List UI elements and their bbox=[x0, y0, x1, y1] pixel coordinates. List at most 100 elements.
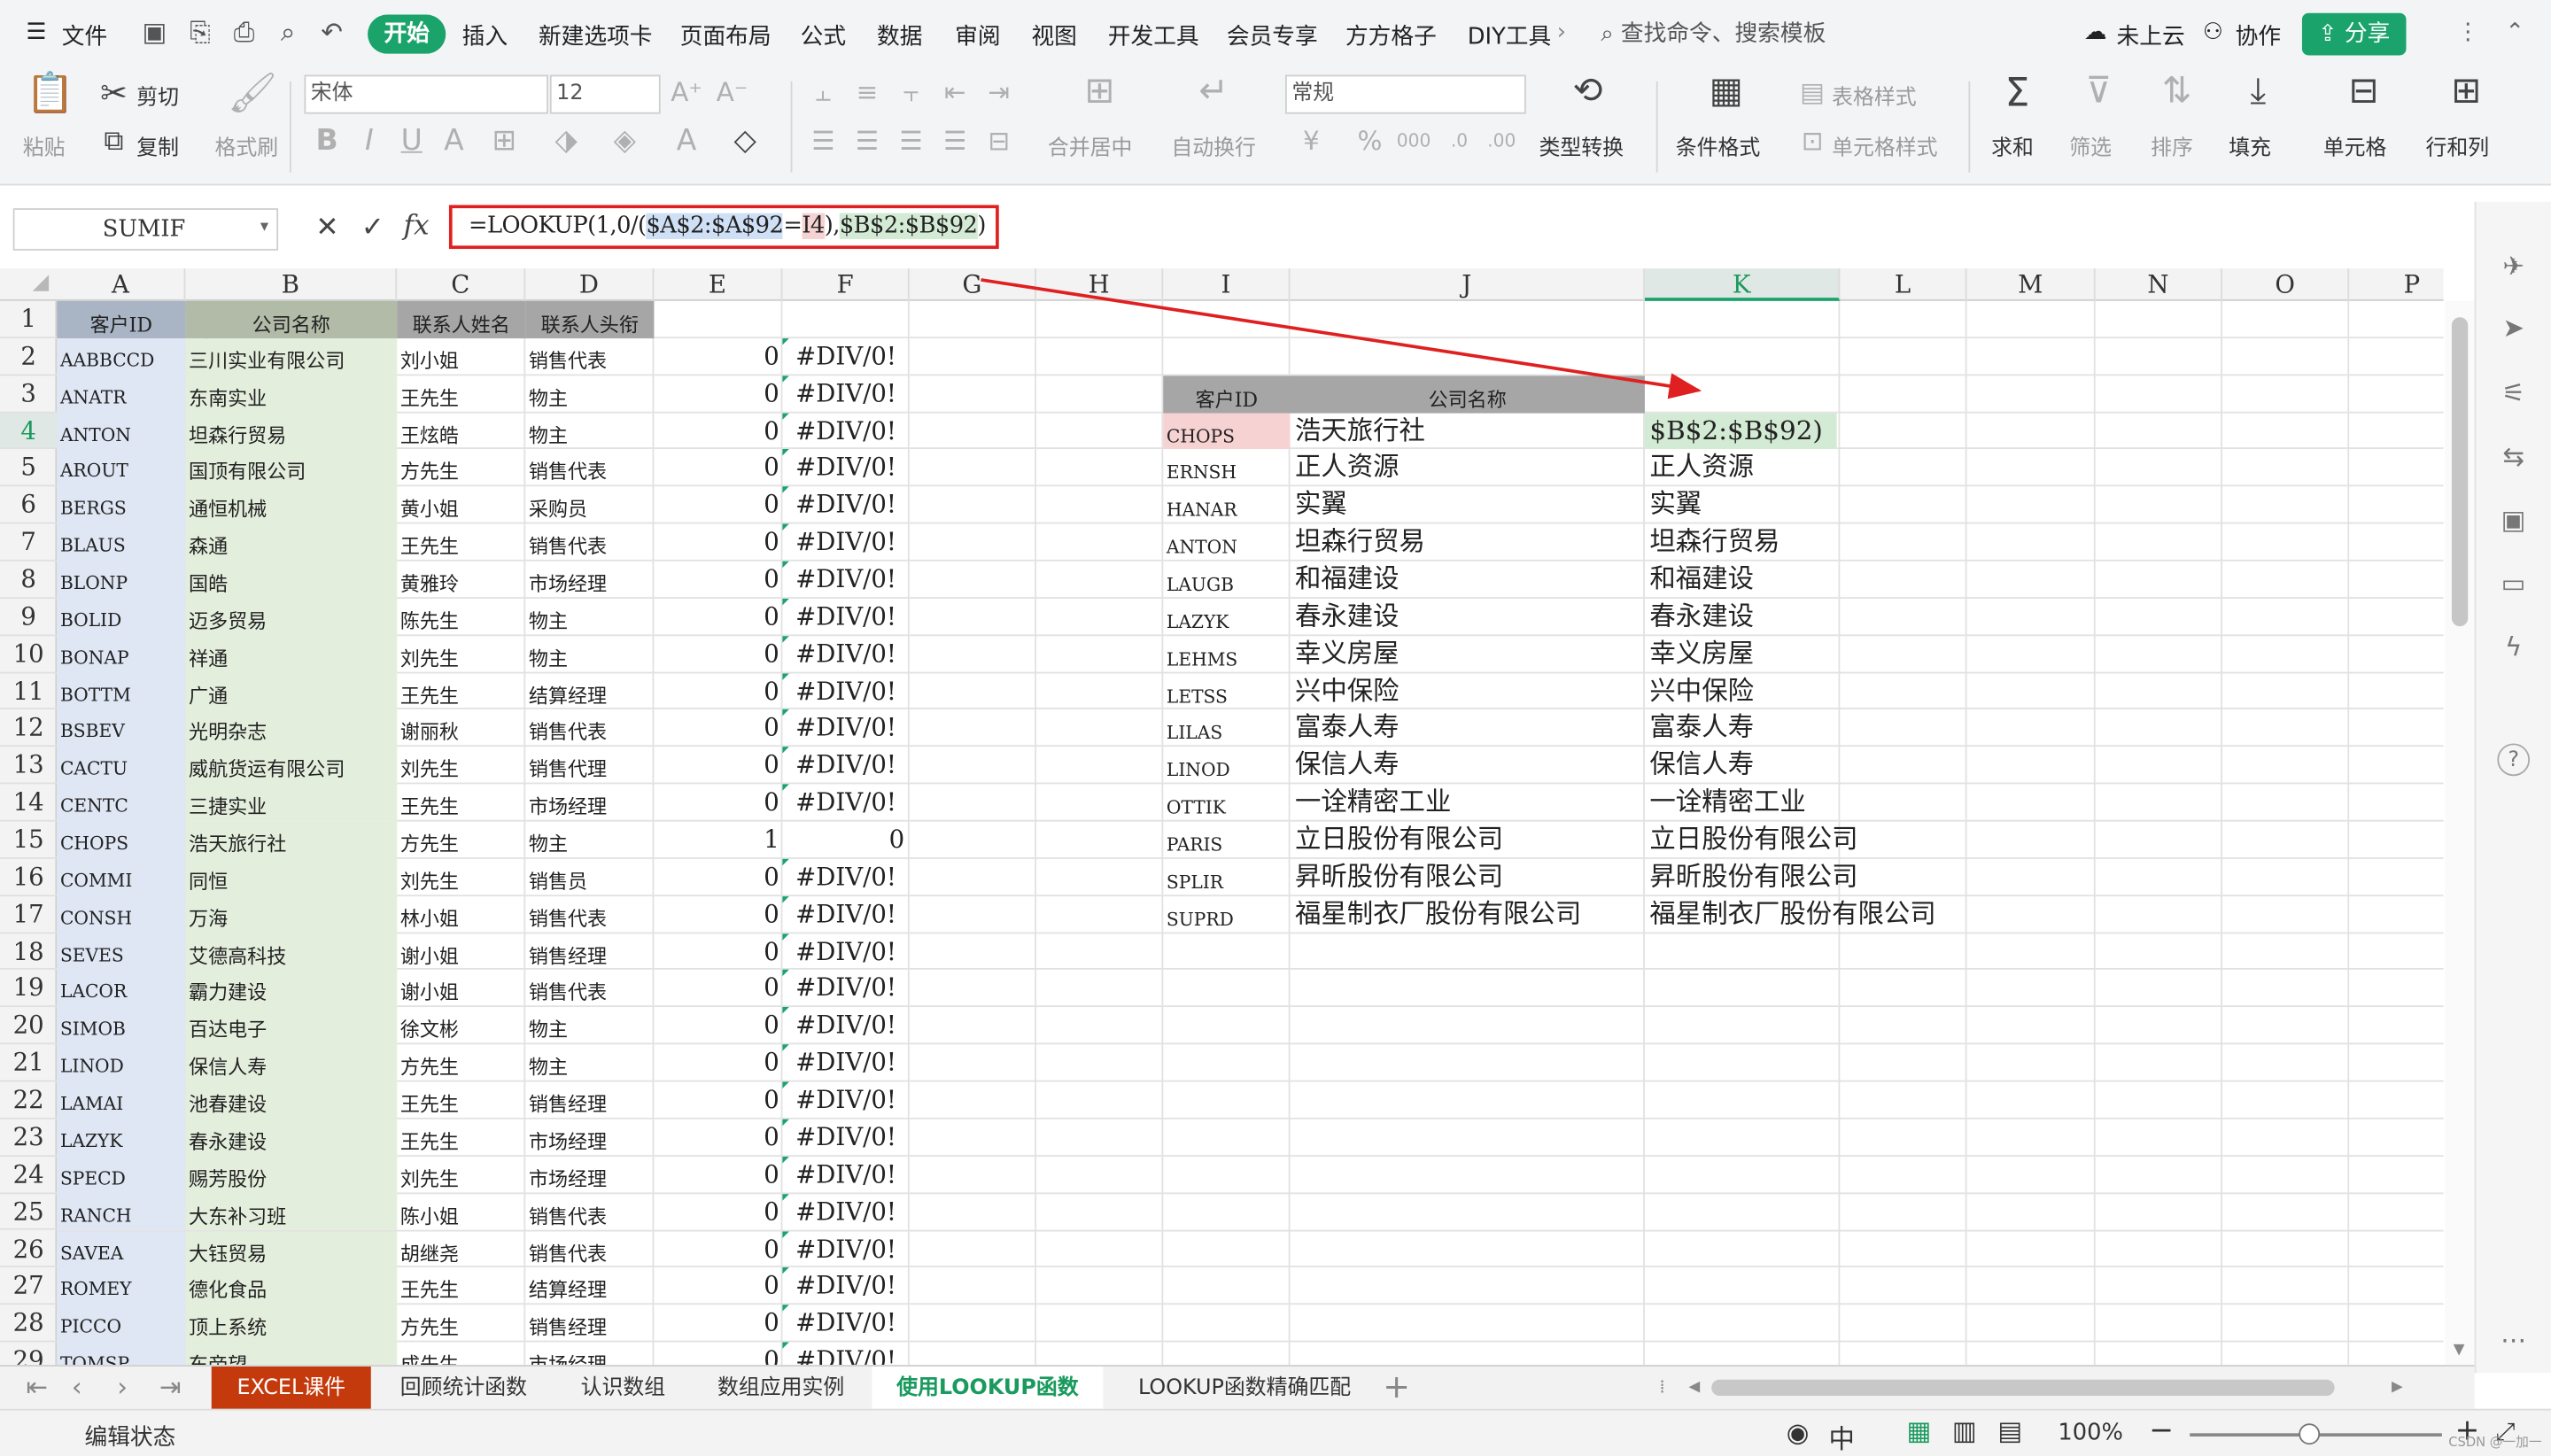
ribbon-tab-6[interactable]: 审阅 bbox=[955, 19, 1000, 52]
ribbon-tab-4[interactable]: 公式 bbox=[801, 19, 846, 52]
wrap-text-icon[interactable]: ↵ bbox=[1194, 74, 1233, 110]
sheet-tab-3[interactable]: 数组应用实例 bbox=[693, 1367, 868, 1411]
sheet-tab-5[interactable]: LOOKUP函数精确匹配 bbox=[1106, 1367, 1383, 1411]
paste-button[interactable]: 粘贴 bbox=[23, 130, 66, 161]
split-handle-icon[interactable]: ⁞ bbox=[1659, 1376, 1664, 1398]
currency-icon[interactable]: ¥ bbox=[1295, 124, 1328, 159]
justify-icon[interactable]: ☰ bbox=[939, 124, 972, 159]
italic-icon[interactable]: I bbox=[354, 124, 384, 159]
sheet-tab-1[interactable]: 回顾统计函数 bbox=[374, 1367, 553, 1411]
strikethrough-icon[interactable]: A bbox=[439, 124, 469, 159]
ribbon-tab-2[interactable]: 新建选项卡 bbox=[539, 19, 653, 52]
file-menu[interactable]: 文件 bbox=[62, 19, 107, 52]
filter-icon[interactable]: ⊽ bbox=[2079, 74, 2118, 110]
page-break-view-icon[interactable]: ▤ bbox=[1997, 1415, 2022, 1446]
align-right-icon[interactable]: ☰ bbox=[895, 124, 927, 159]
collab-button[interactable]: 协作 bbox=[2236, 19, 2281, 52]
wrap-text-button[interactable]: 自动换行 bbox=[1171, 130, 1256, 161]
sort-button[interactable]: 排序 bbox=[2151, 130, 2193, 161]
fill-color-icon[interactable]: ◈ bbox=[609, 124, 641, 159]
export-icon[interactable]: ⎘ bbox=[185, 17, 214, 47]
align-bottom-icon[interactable]: ⫟ bbox=[895, 74, 927, 110]
table-style-button[interactable]: 表格样式 bbox=[1832, 80, 1917, 111]
scroll-down-icon[interactable]: ▼ bbox=[2454, 1342, 2465, 1358]
menu-hamburger-icon[interactable]: ☰ bbox=[26, 19, 46, 45]
fill-button[interactable]: 填充 bbox=[2229, 130, 2271, 161]
pin-icon[interactable]: ✈ bbox=[2497, 251, 2530, 283]
insert-function-icon[interactable]: fx bbox=[404, 210, 430, 243]
next-sheet-icon[interactable]: › bbox=[117, 1372, 128, 1403]
more-dots-icon[interactable]: ⋯ bbox=[2497, 1324, 2530, 1357]
name-box-chevron-icon[interactable]: ▾ bbox=[260, 218, 268, 236]
input-method-icon[interactable]: 中 bbox=[1828, 1417, 1854, 1456]
more-tabs-chevron-icon[interactable]: › bbox=[1557, 19, 1566, 45]
font-shrink-icon[interactable]: A⁻ bbox=[716, 74, 748, 110]
merge-center-button[interactable]: 合并居中 bbox=[1048, 130, 1133, 161]
share-button[interactable]: ⇪ 分享 bbox=[2301, 12, 2407, 56]
image-icon[interactable]: ▣ bbox=[2497, 504, 2530, 537]
spreadsheet-grid[interactable]: ABCDEFGHIJKLMNOP 1 2 3 4 5 6 7 8 9 10 11 12 13 14 15 16… bbox=[0, 268, 2444, 1366]
eye-protection-icon[interactable]: ◉ bbox=[1787, 1417, 1810, 1448]
ribbon-tab-11[interactable]: DIY工具 bbox=[1468, 19, 1552, 52]
confirm-formula-icon[interactable]: ✓ bbox=[361, 212, 384, 244]
merge-icon[interactable]: ⊞ bbox=[1081, 74, 1120, 110]
clear-format-icon[interactable]: ◇ bbox=[729, 124, 762, 159]
cloud-status[interactable]: 未上云 bbox=[2117, 19, 2185, 52]
cut-button[interactable]: 剪切 bbox=[136, 80, 179, 111]
ribbon-tab-1[interactable]: 插入 bbox=[462, 19, 508, 52]
print-icon[interactable]: ⎙ bbox=[229, 17, 259, 47]
zoom-slider-thumb[interactable] bbox=[2299, 1423, 2321, 1445]
sheet-tab-0[interactable]: EXCEL课件 bbox=[211, 1366, 371, 1411]
sum-icon[interactable]: Σ bbox=[1997, 74, 2036, 112]
more-options-icon[interactable]: ⋮ bbox=[2456, 19, 2479, 45]
indent-decrease-icon[interactable]: ⇤ bbox=[939, 74, 972, 110]
save-icon[interactable]: ▣ bbox=[140, 17, 169, 47]
number-format-select[interactable]: 常规 bbox=[1284, 74, 1526, 114]
prev-sheet-icon[interactable]: ‹ bbox=[72, 1372, 82, 1403]
table-style-icon[interactable]: ▤ bbox=[1796, 74, 1829, 110]
type-convert-button[interactable]: 类型转换 bbox=[1539, 130, 1624, 161]
fill-icon[interactable]: ⤓ bbox=[2238, 74, 2277, 110]
print-preview-icon[interactable]: ⌕ bbox=[274, 17, 303, 47]
collab-icon[interactable]: ⚇ bbox=[2203, 19, 2223, 45]
format-painter-button[interactable]: 格式刷 bbox=[214, 130, 278, 161]
zoom-level[interactable]: 100% bbox=[2058, 1421, 2123, 1446]
name-box[interactable]: SUMIF bbox=[12, 208, 279, 251]
thousands-icon[interactable]: 000 bbox=[1396, 124, 1431, 159]
ribbon-tab-8[interactable]: 开发工具 bbox=[1108, 19, 1199, 52]
align-top-icon[interactable]: ⫠ bbox=[807, 74, 840, 110]
cell-style-button[interactable]: 单元格样式 bbox=[1832, 130, 1937, 161]
page-layout-view-icon[interactable]: ▥ bbox=[1952, 1415, 1977, 1446]
ribbon-tab-7[interactable]: 视图 bbox=[1031, 19, 1076, 52]
conditional-format-icon[interactable]: ▦ bbox=[1705, 74, 1748, 110]
distribute-icon[interactable]: ⊟ bbox=[982, 124, 1015, 159]
zoom-out-icon[interactable]: − bbox=[2149, 1413, 2174, 1448]
underline-icon[interactable]: U bbox=[397, 124, 426, 159]
select-pointer-icon[interactable]: ➤ bbox=[2497, 313, 2530, 345]
transform-icon[interactable]: ⇆ bbox=[2497, 441, 2530, 474]
ribbon-tab-0[interactable]: 开始 bbox=[368, 14, 446, 54]
decrease-decimal-icon[interactable]: .00 bbox=[1484, 124, 1519, 159]
formula-input[interactable]: =LOOKUP(1,0/($A$2:$A$92=I4),$B$2:$B$92) bbox=[448, 205, 999, 250]
percent-icon[interactable]: % bbox=[1353, 124, 1386, 159]
filter-button[interactable]: 筛选 bbox=[2069, 130, 2112, 161]
sum-button[interactable]: 求和 bbox=[1991, 130, 2034, 161]
align-left-icon[interactable]: ☰ bbox=[807, 124, 840, 159]
last-sheet-icon[interactable]: ⇥ bbox=[159, 1372, 182, 1403]
help-icon[interactable]: ? bbox=[2497, 743, 2531, 777]
scroll-right-icon[interactable]: ▶ bbox=[2392, 1380, 2403, 1396]
add-sheet-icon[interactable]: + bbox=[1383, 1367, 1410, 1406]
ribbon-tab-9[interactable]: 会员专享 bbox=[1227, 19, 1318, 52]
first-sheet-icon[interactable]: ⇤ bbox=[26, 1372, 48, 1403]
increase-decimal-icon[interactable]: .0 bbox=[1441, 124, 1477, 159]
ribbon-tab-10[interactable]: 方方格子 bbox=[1345, 19, 1437, 52]
format-painter-icon[interactable]: 🖌 bbox=[228, 74, 277, 112]
adjust-icon[interactable]: ⚟ bbox=[2497, 377, 2530, 410]
border-icon[interactable]: ⊞ bbox=[488, 124, 521, 159]
align-center-icon[interactable]: ☰ bbox=[851, 124, 884, 159]
undo-icon[interactable]: ↶ bbox=[317, 17, 346, 47]
font-name-select[interactable]: 宋体 bbox=[304, 74, 548, 114]
font-size-select[interactable]: 12 bbox=[549, 74, 661, 114]
sheet-tab-4[interactable]: 使用LOOKUP函数 bbox=[872, 1366, 1104, 1411]
ribbon-tab-3[interactable]: 页面布局 bbox=[680, 19, 772, 52]
